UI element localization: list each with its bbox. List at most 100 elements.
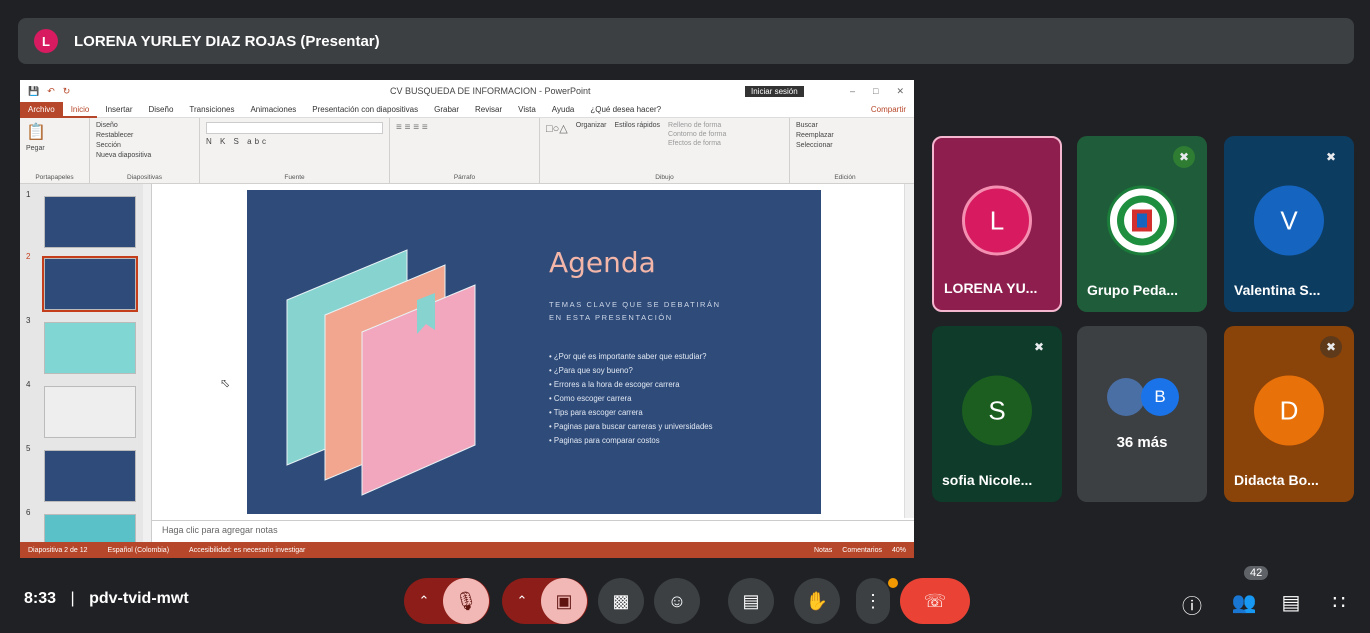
mic-off-icon: ✖ [1325,150,1337,164]
slide-thumbnail[interactable]: 5 [20,442,151,504]
current-slide[interactable]: Agenda TEMAS CLAVE QUE SE DEBATIRÁN EN E… [247,190,821,514]
minimize-icon[interactable]: – [850,86,855,97]
camera-off-button[interactable]: ▣ [541,578,587,624]
leave-call-button[interactable]: ☏ [900,578,970,624]
paste-icon[interactable]: 📋 [26,122,83,142]
ribbon-group-clipboard: 📋 Pegar Portapapeles [20,118,90,183]
arrange-button[interactable]: Organizar [576,122,607,147]
share-button[interactable]: Compartir [871,105,914,114]
shape-outline-button[interactable]: Contorno de forma [668,131,726,138]
raise-hand-button[interactable]: ✋ [794,578,840,624]
participant-photo-avatar [1107,378,1145,416]
undo-icon[interactable]: ↶ [47,86,55,97]
slide-bullet: Errores a la hora de escoger carrera [549,378,713,392]
activities-grid-icon[interactable]: ∷ [1326,590,1352,615]
tab-archivo[interactable]: Archivo [20,101,63,118]
slide-title: Agenda [549,246,656,279]
close-icon[interactable]: ✕ [896,86,904,97]
font-group-label: Fuente [284,174,305,181]
font-name-field[interactable] [206,122,383,134]
slide-thumbnail[interactable]: 4 [20,378,151,440]
participant-tile[interactable]: ✖ Grupo Peda... [1077,136,1207,312]
shape-fill-button[interactable]: Relleno de forma [668,122,726,129]
thumb-image [44,386,136,438]
notes-button[interactable]: Notas [814,547,832,554]
participant-tile[interactable]: ✖ D Didacta Bo... [1224,326,1354,502]
tab-presentacion[interactable]: Presentación con diapositivas [304,102,426,118]
camera-options-chevron-icon[interactable]: ⌃ [503,593,541,609]
slide-thumbnail[interactable]: 2 [20,250,151,312]
slide-thumbnail[interactable]: 1 [20,188,151,250]
status-language[interactable]: Español (Colombia) [108,547,169,554]
participant-name: sofia Nicole... [942,472,1033,488]
paste-label[interactable]: Pegar [26,145,83,152]
mic-control: ⌃ 🎙 [404,578,490,624]
slide-bullets: ¿Por qué es importante saber que estudia… [549,350,713,448]
section-button[interactable]: Sección [96,142,193,149]
paragraph-group-label: Párrafo [453,174,476,181]
tell-me-search[interactable]: ¿Qué desea hacer? [582,102,669,118]
notes-pane[interactable]: Haga clic para agregar notas [152,520,914,542]
participant-avatar: D [1254,375,1324,446]
people-icon[interactable]: 👥 [1230,590,1258,615]
chat-icon[interactable]: ▤ [1278,590,1304,615]
editor-scrollbar[interactable] [904,184,914,518]
shapes-icon[interactable]: □○△ [546,122,568,147]
mic-off-button[interactable]: 🎙 [443,578,489,624]
meeting-code: pdv-tvid-mwt [89,590,189,607]
present-screen-button[interactable]: ▩ [598,578,644,624]
meeting-separator: | [70,590,75,607]
quick-styles-button[interactable]: Estilos rápidos [614,122,660,147]
participant-name: Valentina S... [1234,282,1321,298]
participant-name: LORENA YU... [944,280,1038,296]
comments-button[interactable]: Comentarios [842,547,882,554]
participant-tile[interactable]: ✖ S sofia Nicole... [932,326,1062,502]
tab-insertar[interactable]: Insertar [97,102,140,118]
participant-tile[interactable]: L LORENA YU... [932,136,1062,312]
slide-subtitle: TEMAS CLAVE QUE SE DEBATIRÁN EN ESTA PRE… [549,298,739,324]
ppt-signin-button[interactable]: Iniciar sesión [745,85,804,97]
font-format-buttons[interactable]: N K S abc [206,137,383,146]
tab-grabar[interactable]: Grabar [426,102,467,118]
participant-tile[interactable]: ✖ V Valentina S... [1224,136,1354,312]
meeting-details-icon[interactable]: ⓘ [1180,590,1204,619]
more-options-button[interactable]: ⋮ [856,578,890,624]
slide-thumbnail[interactable]: 3 [20,314,151,376]
zoom-level[interactable]: 40% [892,547,906,554]
ppt-statusbar: Diapositiva 2 de 12 Español (Colombia) A… [20,542,914,558]
slide-thumbnail[interactable]: 6 [20,506,151,542]
thumbnails-scrollbar[interactable] [143,184,151,542]
tab-animaciones[interactable]: Animaciones [242,102,304,118]
layout-button[interactable]: Diseño [96,122,193,129]
find-button[interactable]: Buscar [796,122,894,129]
presenter-banner: L LORENA YURLEY DIAZ ROJAS (Presentar) [18,18,1354,64]
participant-avatar: L [962,185,1032,256]
tab-diseno[interactable]: Diseño [141,102,182,118]
redo-icon[interactable]: ↻ [63,86,71,97]
shape-effects-button[interactable]: Efectos de forma [668,140,726,147]
maximize-icon[interactable]: □ [873,86,878,97]
select-button[interactable]: Seleccionar [796,142,894,149]
replace-button[interactable]: Reemplazar [796,132,894,139]
thumb-number: 3 [26,316,31,325]
reset-button[interactable]: Restablecer [96,132,193,139]
tab-inicio[interactable]: Inicio [62,102,98,118]
thumb-image [44,322,136,374]
status-accessibility[interactable]: Accesibilidad: es necesario investigar [189,547,305,554]
more-participants-label: 36 más [1116,434,1168,451]
tab-transiciones[interactable]: Transiciones [181,102,242,118]
slide-subtitle-line-1: TEMAS CLAVE QUE SE DEBATIRÁN [549,300,721,309]
emoji-reaction-button[interactable]: ☺ [654,578,700,624]
new-slide-button[interactable]: Nueva diapositiva [96,152,193,159]
folders-illustration [286,249,476,496]
mic-off-icon: ✖ [1173,146,1195,168]
captions-button[interactable]: ▤ [728,578,774,624]
tab-revisar[interactable]: Revisar [467,102,510,118]
more-participants-tile[interactable]: B 36 más [1077,326,1207,502]
mic-options-chevron-icon[interactable]: ⌃ [405,593,443,609]
tab-ayuda[interactable]: Ayuda [544,102,583,118]
tab-vista[interactable]: Vista [510,102,544,118]
paragraph-icons[interactable]: ≡ ≡ ≡ ≡ [396,122,533,133]
save-icon[interactable]: 💾 [28,86,39,97]
thumb-image [42,256,138,312]
